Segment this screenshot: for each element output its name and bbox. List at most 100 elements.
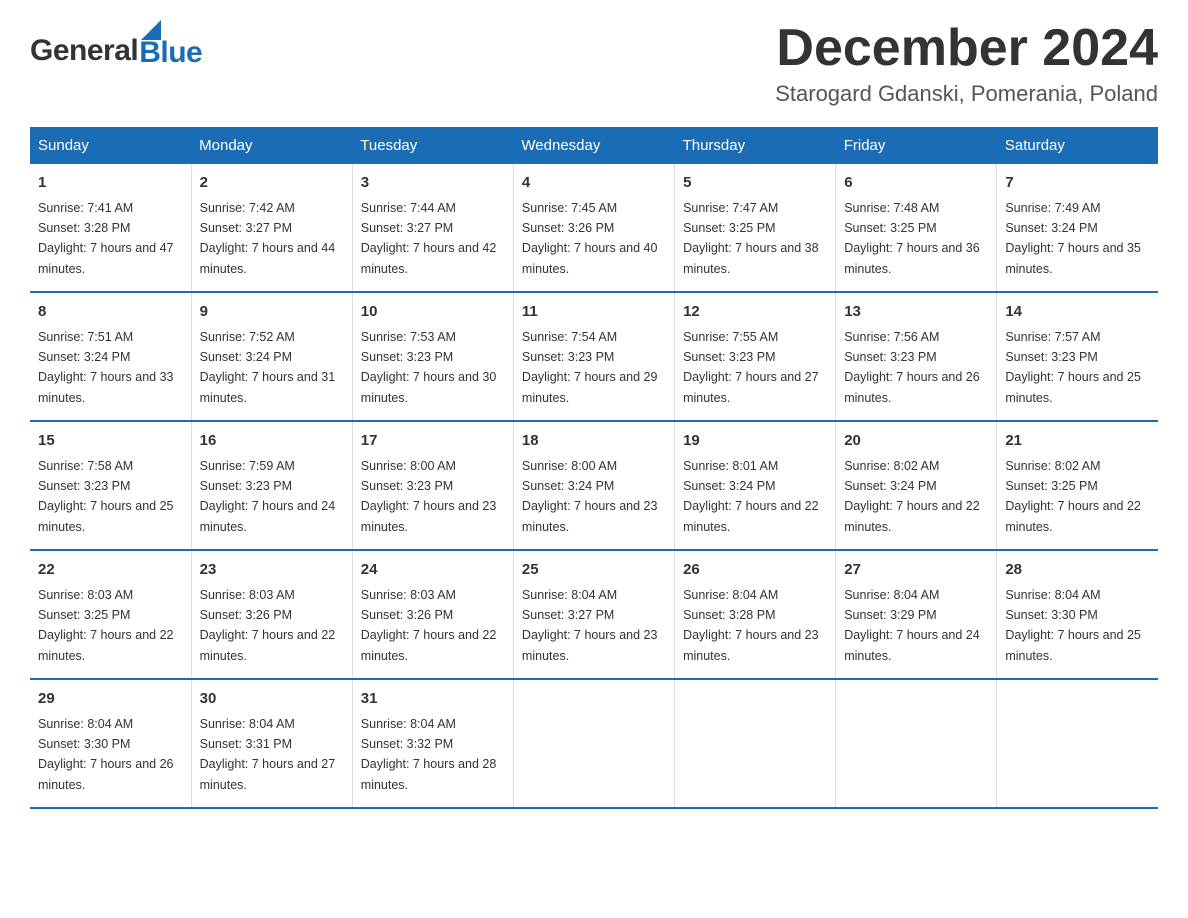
col-sunday: Sunday [30, 127, 191, 164]
day-number: 29 [38, 688, 183, 711]
day-number: 24 [361, 559, 505, 582]
day-number: 25 [522, 559, 666, 582]
calendar-header-row: Sunday Monday Tuesday Wednesday Thursday… [30, 127, 1158, 164]
table-row: 3 Sunrise: 7:44 AMSunset: 3:27 PMDaylight… [352, 164, 513, 292]
day-info: Sunrise: 8:04 AMSunset: 3:30 PMDaylight:… [38, 717, 174, 792]
day-number: 2 [200, 172, 344, 195]
day-number: 17 [361, 430, 505, 453]
day-info: Sunrise: 8:03 AMSunset: 3:25 PMDaylight:… [38, 588, 174, 663]
day-number: 22 [38, 559, 183, 582]
table-row: 30 Sunrise: 8:04 AMSunset: 3:31 PMDayligh… [191, 679, 352, 808]
day-info: Sunrise: 8:04 AMSunset: 3:27 PMDaylight:… [522, 588, 658, 663]
day-info: Sunrise: 7:42 AMSunset: 3:27 PMDaylight:… [200, 201, 336, 276]
table-row: 26Sunrise: 8:04 AMSunset: 3:28 PMDayligh… [675, 550, 836, 679]
day-info: Sunrise: 7:58 AMSunset: 3:23 PMDaylight:… [38, 459, 174, 534]
calendar-week-row: 8 Sunrise: 7:51 AMSunset: 3:24 PMDaylight… [30, 292, 1158, 421]
day-number: 1 [38, 172, 183, 195]
table-row: 18 Sunrise: 8:00 AMSunset: 3:24 PMDayligh… [513, 421, 674, 550]
table-row [836, 679, 997, 808]
day-info: Sunrise: 7:52 AMSunset: 3:24 PMDaylight:… [200, 330, 336, 405]
day-info: Sunrise: 8:01 AMSunset: 3:24 PMDaylight:… [683, 459, 819, 534]
col-saturday: Saturday [997, 127, 1158, 164]
table-row: 14Sunrise: 7:57 AMSunset: 3:23 PMDayligh… [997, 292, 1158, 421]
col-monday: Monday [191, 127, 352, 164]
table-row: 4Sunrise: 7:45 AMSunset: 3:26 PMDaylight… [513, 164, 674, 292]
table-row: 9 Sunrise: 7:52 AMSunset: 3:24 PMDaylight… [191, 292, 352, 421]
day-number: 16 [200, 430, 344, 453]
day-number: 13 [844, 301, 988, 324]
table-row: 23Sunrise: 8:03 AMSunset: 3:26 PMDayligh… [191, 550, 352, 679]
table-row: 6 Sunrise: 7:48 AMSunset: 3:25 PMDaylight… [836, 164, 997, 292]
table-row: 12Sunrise: 7:55 AMSunset: 3:23 PMDayligh… [675, 292, 836, 421]
day-info: Sunrise: 8:00 AMSunset: 3:24 PMDaylight:… [522, 459, 658, 534]
table-row: 29 Sunrise: 8:04 AMSunset: 3:30 PMDayligh… [30, 679, 191, 808]
day-number: 10 [361, 301, 505, 324]
day-number: 3 [361, 172, 505, 195]
day-info: Sunrise: 8:02 AMSunset: 3:25 PMDaylight:… [1005, 459, 1141, 534]
calendar-week-row: 22 Sunrise: 8:03 AMSunset: 3:25 PMDayligh… [30, 550, 1158, 679]
page-header: General Blue December 2024 Starogard Gda… [30, 20, 1158, 107]
day-number: 12 [683, 301, 827, 324]
day-info: Sunrise: 7:47 AMSunset: 3:25 PMDaylight:… [683, 201, 819, 276]
day-number: 9 [200, 301, 344, 324]
calendar-week-row: 15Sunrise: 7:58 AMSunset: 3:23 PMDayligh… [30, 421, 1158, 550]
table-row: 27Sunrise: 8:04 AMSunset: 3:29 PMDayligh… [836, 550, 997, 679]
day-number: 21 [1005, 430, 1150, 453]
location-subtitle: Starogard Gdanski, Pomerania, Poland [775, 81, 1158, 107]
table-row [997, 679, 1158, 808]
day-info: Sunrise: 7:54 AMSunset: 3:23 PMDaylight:… [522, 330, 658, 405]
day-info: Sunrise: 7:44 AMSunset: 3:27 PMDaylight:… [361, 201, 497, 276]
calendar-week-row: 1 Sunrise: 7:41 AMSunset: 3:28 PMDaylight… [30, 164, 1158, 292]
table-row: 24 Sunrise: 8:03 AMSunset: 3:26 PMDayligh… [352, 550, 513, 679]
day-number: 28 [1005, 559, 1150, 582]
table-row: 11 Sunrise: 7:54 AMSunset: 3:23 PMDayligh… [513, 292, 674, 421]
day-number: 14 [1005, 301, 1150, 324]
day-info: Sunrise: 7:59 AMSunset: 3:23 PMDaylight:… [200, 459, 336, 534]
col-friday: Friday [836, 127, 997, 164]
day-info: Sunrise: 7:41 AMSunset: 3:28 PMDaylight:… [38, 201, 174, 276]
table-row [675, 679, 836, 808]
calendar-week-row: 29 Sunrise: 8:04 AMSunset: 3:30 PMDayligh… [30, 679, 1158, 808]
day-info: Sunrise: 8:04 AMSunset: 3:32 PMDaylight:… [361, 717, 497, 792]
day-number: 7 [1005, 172, 1150, 195]
logo-blue-text: Blue [139, 38, 202, 68]
table-row: 1 Sunrise: 7:41 AMSunset: 3:28 PMDaylight… [30, 164, 191, 292]
day-info: Sunrise: 8:04 AMSunset: 3:29 PMDaylight:… [844, 588, 980, 663]
day-info: Sunrise: 8:03 AMSunset: 3:26 PMDaylight:… [361, 588, 497, 663]
table-row: 13 Sunrise: 7:56 AMSunset: 3:23 PMDayligh… [836, 292, 997, 421]
day-info: Sunrise: 8:04 AMSunset: 3:30 PMDaylight:… [1005, 588, 1141, 663]
day-number: 20 [844, 430, 988, 453]
day-number: 8 [38, 301, 183, 324]
day-number: 4 [522, 172, 666, 195]
table-row: 5Sunrise: 7:47 AMSunset: 3:25 PMDaylight… [675, 164, 836, 292]
day-info: Sunrise: 7:56 AMSunset: 3:23 PMDaylight:… [844, 330, 980, 405]
table-row: 25 Sunrise: 8:04 AMSunset: 3:27 PMDayligh… [513, 550, 674, 679]
day-info: Sunrise: 8:04 AMSunset: 3:31 PMDaylight:… [200, 717, 336, 792]
day-number: 19 [683, 430, 827, 453]
day-number: 31 [361, 688, 505, 711]
table-row: 15Sunrise: 7:58 AMSunset: 3:23 PMDayligh… [30, 421, 191, 550]
table-row: 8 Sunrise: 7:51 AMSunset: 3:24 PMDaylight… [30, 292, 191, 421]
table-row: 10Sunrise: 7:53 AMSunset: 3:23 PMDayligh… [352, 292, 513, 421]
day-number: 30 [200, 688, 344, 711]
day-number: 23 [200, 559, 344, 582]
table-row: 22 Sunrise: 8:03 AMSunset: 3:25 PMDayligh… [30, 550, 191, 679]
day-info: Sunrise: 8:02 AMSunset: 3:24 PMDaylight:… [844, 459, 980, 534]
table-row: 2 Sunrise: 7:42 AMSunset: 3:27 PMDaylight… [191, 164, 352, 292]
table-row: 21 Sunrise: 8:02 AMSunset: 3:25 PMDayligh… [997, 421, 1158, 550]
day-info: Sunrise: 7:51 AMSunset: 3:24 PMDaylight:… [38, 330, 174, 405]
day-number: 11 [522, 301, 666, 324]
calendar-title-section: December 2024 Starogard Gdanski, Pomeran… [775, 20, 1158, 107]
day-info: Sunrise: 7:49 AMSunset: 3:24 PMDaylight:… [1005, 201, 1141, 276]
col-tuesday: Tuesday [352, 127, 513, 164]
month-title: December 2024 [775, 20, 1158, 77]
day-info: Sunrise: 8:00 AMSunset: 3:23 PMDaylight:… [361, 459, 497, 534]
day-number: 18 [522, 430, 666, 453]
logo-blue-section: Blue [139, 20, 202, 68]
table-row: 19 Sunrise: 8:01 AMSunset: 3:24 PMDayligh… [675, 421, 836, 550]
day-info: Sunrise: 7:48 AMSunset: 3:25 PMDaylight:… [844, 201, 980, 276]
day-number: 6 [844, 172, 988, 195]
table-row: 20 Sunrise: 8:02 AMSunset: 3:24 PMDayligh… [836, 421, 997, 550]
table-row [513, 679, 674, 808]
table-row: 28 Sunrise: 8:04 AMSunset: 3:30 PMDayligh… [997, 550, 1158, 679]
